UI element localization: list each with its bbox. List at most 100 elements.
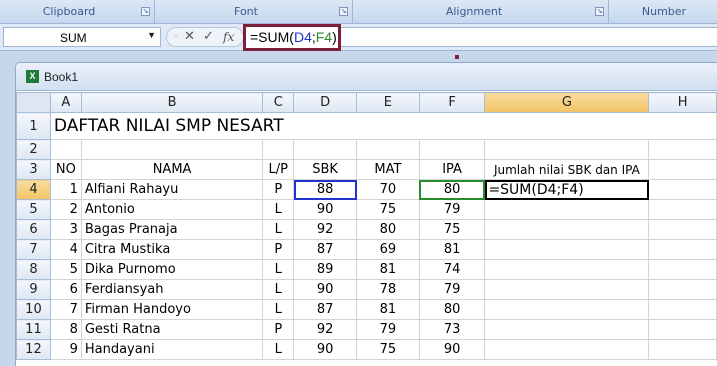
cell-sbk[interactable]: 92 bbox=[293, 219, 357, 240]
cell-lp[interactable]: L bbox=[262, 339, 295, 360]
cell-jumlah[interactable] bbox=[484, 339, 650, 360]
cell-sbk[interactable]: 87 bbox=[293, 239, 357, 260]
cell-ipa[interactable]: 75 bbox=[418, 219, 486, 240]
column-header-g[interactable]: G bbox=[484, 92, 650, 113]
chevron-down-icon[interactable]: ▼ bbox=[147, 30, 156, 40]
cell[interactable] bbox=[648, 219, 717, 240]
formula-input-extension[interactable] bbox=[341, 27, 717, 47]
row-header[interactable]: 5 bbox=[16, 199, 51, 220]
cell[interactable] bbox=[648, 139, 717, 160]
column-header-h[interactable]: H bbox=[648, 92, 717, 113]
column-header-b[interactable]: B bbox=[80, 92, 264, 113]
cell-nama[interactable]: Handayani bbox=[80, 339, 264, 360]
cell-ipa[interactable]: 90 bbox=[418, 339, 486, 360]
cell-jumlah[interactable] bbox=[484, 279, 650, 300]
cell-jumlah[interactable] bbox=[484, 319, 650, 340]
cell-nama[interactable]: Gesti Ratna bbox=[80, 319, 264, 340]
cell-nama[interactable]: Ferdiansyah bbox=[80, 279, 264, 300]
cell-sbk[interactable]: 90 bbox=[293, 339, 357, 360]
alignment-dialog-launcher-icon[interactable]: ↘ bbox=[595, 7, 604, 16]
cell-ipa[interactable]: 80 bbox=[418, 299, 486, 320]
cell-lp[interactable]: P bbox=[262, 319, 295, 340]
cell-no[interactable]: 3 bbox=[49, 219, 82, 240]
cell-mat[interactable]: 75 bbox=[356, 199, 420, 220]
column-header-f[interactable]: F bbox=[418, 92, 486, 113]
cell-lp[interactable]: L bbox=[262, 219, 295, 240]
row-header[interactable]: 12 bbox=[16, 339, 51, 360]
row-header[interactable]: 3 bbox=[16, 159, 51, 180]
column-header-a[interactable]: A bbox=[49, 92, 82, 113]
cell-mat[interactable]: 81 bbox=[356, 299, 420, 320]
cell-nama[interactable]: Antonio bbox=[80, 199, 264, 220]
cell-sbk[interactable]: 92 bbox=[293, 319, 357, 340]
row-header[interactable]: 8 bbox=[16, 259, 51, 280]
cell-jumlah[interactable] bbox=[484, 259, 650, 280]
cell-ipa[interactable]: 73 bbox=[418, 319, 486, 340]
cell[interactable] bbox=[648, 259, 717, 280]
header-no[interactable]: NO bbox=[49, 159, 82, 180]
cell-no[interactable]: 6 bbox=[49, 279, 82, 300]
cell-sbk[interactable]: 87 bbox=[293, 299, 357, 320]
header-jumlah[interactable]: Jumlah nilai SBK dan IPA bbox=[484, 159, 650, 180]
cell-jumlah[interactable] bbox=[484, 199, 650, 220]
cell[interactable] bbox=[648, 159, 717, 180]
cell-ipa[interactable]: 74 bbox=[418, 259, 486, 280]
header-sbk[interactable]: SBK bbox=[293, 159, 357, 180]
cell-sbk[interactable]: 90 bbox=[293, 199, 357, 220]
row-header[interactable]: 10 bbox=[16, 299, 51, 320]
cell-mat[interactable]: 80 bbox=[356, 219, 420, 240]
cell-mat[interactable]: 69 bbox=[356, 239, 420, 260]
cell[interactable] bbox=[484, 139, 650, 160]
header-nama[interactable]: NAMA bbox=[80, 159, 264, 180]
cell-ipa[interactable]: 79 bbox=[418, 199, 486, 220]
cell[interactable] bbox=[648, 319, 717, 340]
clipboard-dialog-launcher-icon[interactable]: ↘ bbox=[141, 7, 150, 16]
cell-mat[interactable]: 81 bbox=[356, 259, 420, 280]
cell[interactable] bbox=[418, 139, 486, 160]
row-header[interactable]: 11 bbox=[16, 319, 51, 340]
cell-lp[interactable]: L bbox=[262, 279, 295, 300]
cell[interactable] bbox=[49, 139, 82, 160]
formula-input[interactable]: =SUM(D4;F4) bbox=[243, 24, 341, 51]
enter-check-icon[interactable]: ✓ bbox=[203, 29, 214, 44]
cell-nama[interactable]: Citra Mustika bbox=[80, 239, 264, 260]
row-header[interactable]: 9 bbox=[16, 279, 51, 300]
cell-mat[interactable]: 70 bbox=[356, 179, 420, 200]
cell-mat[interactable]: 79 bbox=[356, 319, 420, 340]
header-ipa[interactable]: IPA bbox=[418, 159, 486, 180]
cell[interactable] bbox=[648, 339, 717, 360]
cell-no[interactable]: 4 bbox=[49, 239, 82, 260]
cell-jumlah[interactable] bbox=[484, 219, 650, 240]
header-lp[interactable]: L/P bbox=[262, 159, 295, 180]
name-box[interactable]: SUM ▼ bbox=[3, 27, 161, 47]
cell-nama[interactable]: Firman Handoyo bbox=[80, 299, 264, 320]
header-mat[interactable]: MAT bbox=[356, 159, 420, 180]
cell-no[interactable]: 2 bbox=[49, 199, 82, 220]
cell-lp[interactable]: L bbox=[262, 199, 295, 220]
active-cell[interactable]: =SUM(D4;F4) bbox=[484, 179, 650, 200]
cell[interactable] bbox=[648, 299, 717, 320]
cell-lp[interactable]: L bbox=[262, 259, 295, 280]
cell-ipa[interactable]: 81 bbox=[418, 239, 486, 260]
row-header[interactable]: 4 bbox=[16, 179, 51, 200]
column-header-e[interactable]: E bbox=[356, 92, 420, 113]
insert-function-icon[interactable]: fx bbox=[223, 30, 234, 44]
row-header[interactable]: 7 bbox=[16, 239, 51, 260]
cell[interactable] bbox=[80, 139, 264, 160]
cell-mat[interactable]: 75 bbox=[356, 339, 420, 360]
workbook-title-bar[interactable]: X Book1 bbox=[16, 63, 717, 91]
row-header[interactable]: 1 bbox=[16, 112, 51, 140]
cell-sbk[interactable]: 88 bbox=[293, 179, 357, 200]
cell-lp[interactable]: L bbox=[262, 299, 295, 320]
cell-ipa[interactable]: 80 bbox=[418, 179, 486, 200]
cell[interactable] bbox=[293, 139, 357, 160]
cancel-icon[interactable]: ✕ bbox=[184, 29, 195, 44]
cell[interactable] bbox=[648, 239, 717, 260]
cell-sbk[interactable]: 89 bbox=[293, 259, 357, 280]
cell[interactable] bbox=[648, 279, 717, 300]
cell[interactable] bbox=[262, 139, 295, 160]
cell-no[interactable]: 8 bbox=[49, 319, 82, 340]
cell-lp[interactable]: P bbox=[262, 239, 295, 260]
select-all-corner[interactable] bbox=[16, 92, 51, 113]
cell[interactable] bbox=[356, 139, 420, 160]
